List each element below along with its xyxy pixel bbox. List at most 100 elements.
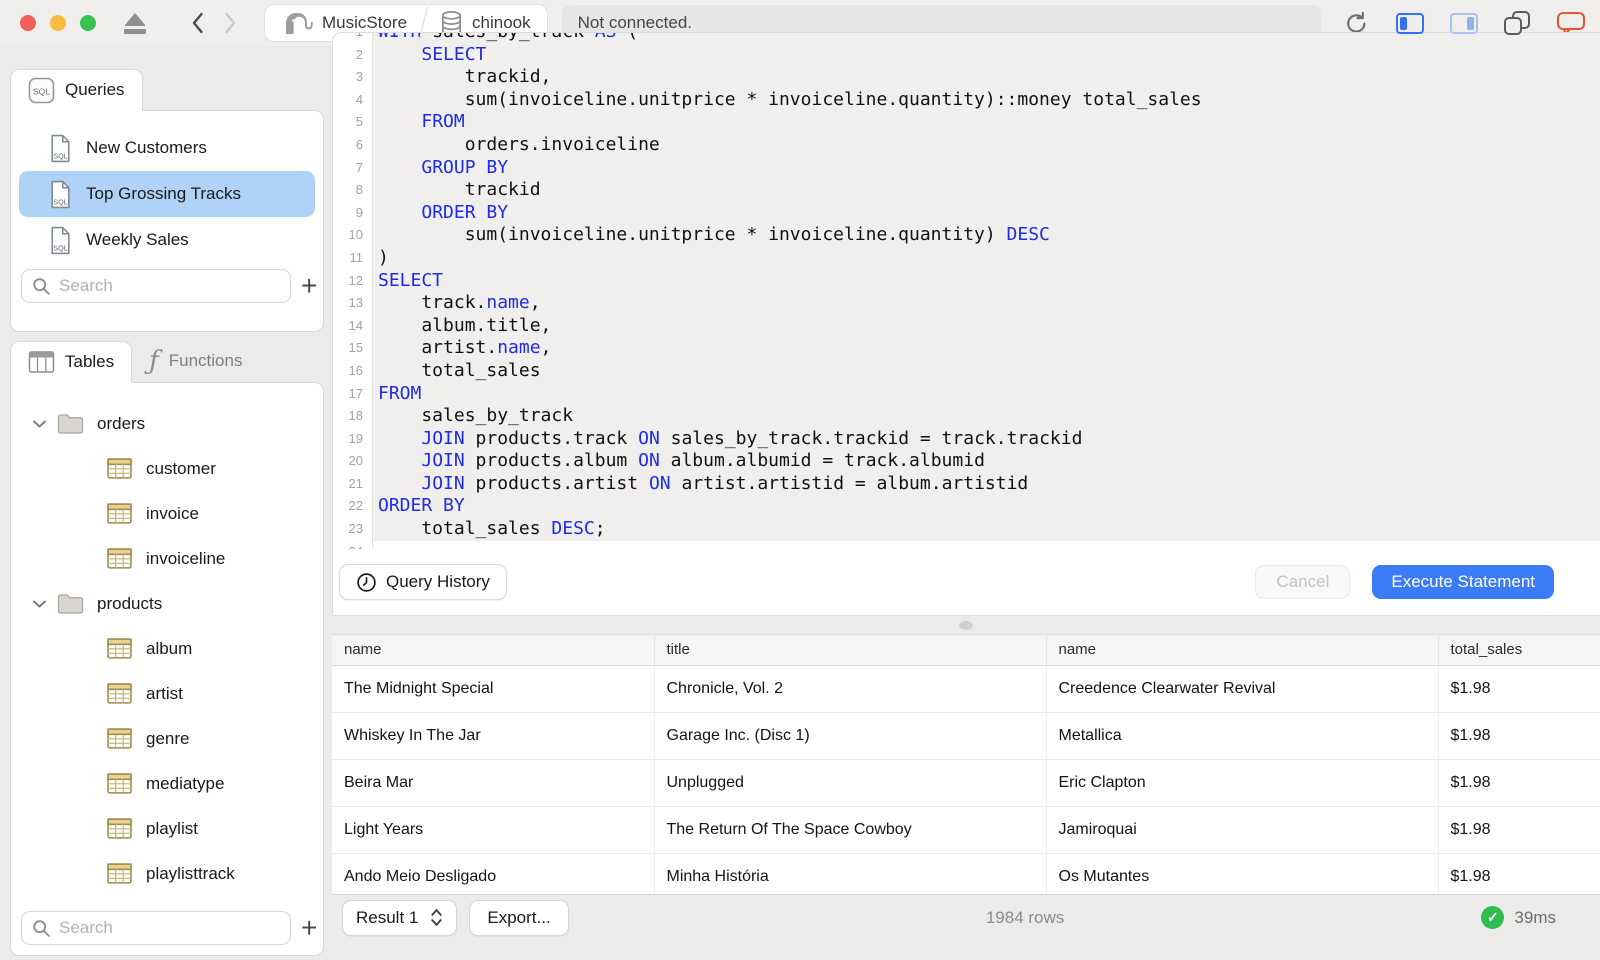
close-window-button[interactable] <box>20 15 36 31</box>
add-query-button[interactable]: + <box>299 272 319 300</box>
zoom-window-button[interactable] <box>80 15 96 31</box>
tree-item-label: invoice <box>146 503 199 523</box>
query-list-item[interactable]: SQL New Customers <box>19 125 315 171</box>
disclosure-chevron[interactable] <box>29 419 49 429</box>
result-cell[interactable]: $1.98 <box>1438 759 1600 807</box>
code-line[interactable]: 8 trackid <box>333 179 1600 202</box>
back-button[interactable] <box>180 12 214 34</box>
result-cell[interactable]: $1.98 <box>1438 665 1600 713</box>
tree-item-label: orders <box>97 413 146 433</box>
tab-tables-label: Tables <box>65 352 115 371</box>
cancel-button[interactable]: Cancel <box>1255 565 1351 599</box>
column-header[interactable]: name <box>332 635 655 666</box>
execute-statement-button[interactable]: Execute Statement <box>1372 565 1554 599</box>
code-line[interactable]: 16 total_sales <box>333 359 1600 383</box>
code-line[interactable]: 3 trackid, <box>333 66 1600 89</box>
code-line[interactable]: 23 total_sales DESC; <box>333 518 1600 541</box>
code-line[interactable]: 17 FROM <box>333 382 1600 406</box>
export-button[interactable]: Export... <box>469 899 569 936</box>
code-line[interactable]: 15 artist.name, <box>333 337 1600 360</box>
schema-folder-item[interactable]: products <box>17 581 317 626</box>
result-cell[interactable]: $1.98 <box>1438 712 1600 760</box>
result-cell[interactable]: Ando Meio Desligado <box>332 853 655 894</box>
tables-search[interactable] <box>21 911 291 945</box>
schema-table-item[interactable]: album <box>17 626 317 671</box>
schema-table-item[interactable]: customer <box>17 446 317 491</box>
queries-search-input[interactable] <box>59 276 280 296</box>
column-header[interactable]: name <box>1046 635 1439 666</box>
tables-search-input[interactable] <box>59 918 280 938</box>
forward-button[interactable] <box>214 12 248 34</box>
result-cell[interactable]: Garage Inc. (Disc 1) <box>654 712 1047 760</box>
result-cell[interactable]: Metallica <box>1046 712 1439 760</box>
code-line[interactable]: 13 track.name, <box>333 292 1600 315</box>
queries-search[interactable] <box>21 269 291 303</box>
result-cell[interactable]: Creedence Clearwater Revival <box>1046 665 1439 713</box>
code-line[interactable]: 18 sales_by_track <box>333 405 1600 428</box>
column-header[interactable]: total_sales <box>1438 635 1600 666</box>
schema-table-item[interactable]: playlisttrack <box>17 851 317 896</box>
result-cell[interactable]: The Return Of The Space Cowboy <box>654 806 1047 854</box>
code-line[interactable]: 5 FROM <box>333 111 1600 134</box>
code-line[interactable]: 12 SELECT <box>333 269 1600 293</box>
code-line[interactable]: 9 ORDER BY <box>333 201 1600 225</box>
eject-icon[interactable] <box>124 12 146 34</box>
schema-table-item[interactable]: invoice <box>17 491 317 536</box>
result-cell[interactable]: Chronicle, Vol. 2 <box>654 665 1047 713</box>
result-cell[interactable]: Whiskey In The Jar <box>332 712 655 760</box>
tree-item-label: mediatype <box>146 773 225 793</box>
code-line[interactable]: 22 ORDER BY <box>333 495 1600 519</box>
code-line[interactable]: 14 album.title, <box>333 314 1600 338</box>
result-cell[interactable]: Light Years <box>332 806 655 854</box>
code-line[interactable]: 7 GROUP BY <box>333 156 1600 180</box>
result-cell[interactable]: Os Mutantes <box>1046 853 1439 894</box>
result-cell[interactable]: The Midnight Special <box>332 665 655 713</box>
result-row[interactable]: Beira Mar Unplugged Eric Clapton $1.98 <box>332 759 1600 807</box>
code-line[interactable]: 19 JOIN products.track ON sales_by_track… <box>333 427 1600 451</box>
schema-table-item[interactable]: playlist <box>17 806 317 851</box>
minimize-window-button[interactable] <box>50 15 66 31</box>
sql-editor[interactable]: 1WITH sales_by_track AS (2 SELECT3 track… <box>333 33 1600 549</box>
tab-queries[interactable]: SQL Queries <box>10 69 143 111</box>
result-row[interactable]: Ando Meio Desligado Minha História Os Muta… <box>332 853 1600 894</box>
result-cell[interactable]: Minha História <box>654 853 1047 894</box>
tab-functions[interactable]: ƒ Functions <box>132 340 259 382</box>
query-history-button[interactable]: Query History <box>339 564 507 600</box>
result-row[interactable]: The Midnight Special Chronicle, Vol. 2 Cre… <box>332 665 1600 713</box>
schema-table-item[interactable]: invoiceline <box>17 536 317 581</box>
code-line[interactable]: 24 <box>333 540 1600 549</box>
code-segment: album.albumid = track.albumid <box>659 450 985 472</box>
add-table-button[interactable]: + <box>299 914 319 942</box>
code-line[interactable]: 6 orders.invoiceline <box>333 133 1600 157</box>
disclosure-chevron[interactable] <box>29 599 49 609</box>
result-cell[interactable]: Unplugged <box>654 759 1047 807</box>
schema-table-item[interactable]: artist <box>17 671 317 716</box>
tab-tables[interactable]: Tables <box>10 341 133 383</box>
code-line[interactable]: 2 SELECT <box>333 43 1600 67</box>
result-cell[interactable]: Beira Mar <box>332 759 655 807</box>
query-list-item[interactable]: SQL Weekly Sales <box>19 217 315 263</box>
schema-table-item[interactable]: genre <box>17 716 317 761</box>
code-line[interactable]: 4 sum(invoiceline.unitprice * invoicelin… <box>333 88 1600 112</box>
code-line[interactable]: 21 JOIN products.artist ON artist.artist… <box>333 472 1600 496</box>
schema-table-item[interactable]: mediatype <box>17 761 317 806</box>
svg-text:SQL: SQL <box>53 151 68 160</box>
result-cell[interactable]: Jamiroquai <box>1046 806 1439 854</box>
editor-results-splitter[interactable] <box>332 616 1600 634</box>
schema-folder-item[interactable]: orders <box>17 401 317 446</box>
result-row[interactable]: Light Years The Return Of The Space Cowbo… <box>332 806 1600 854</box>
toggle-left-sidebar-button[interactable] <box>1396 12 1424 34</box>
result-row[interactable]: Whiskey In The Jar Garage Inc. (Disc 1) Me… <box>332 712 1600 760</box>
query-list-item[interactable]: SQL Top Grossing Tracks <box>19 171 315 217</box>
code-line[interactable]: 1 WITH sales_by_track AS ( <box>333 33 1600 44</box>
result-cell[interactable]: Eric Clapton <box>1046 759 1439 807</box>
result-cell[interactable]: $1.98 <box>1438 853 1600 894</box>
show-windows-button[interactable] <box>1504 11 1530 35</box>
column-header[interactable]: title <box>654 635 1047 666</box>
code-line[interactable]: 11) <box>333 246 1600 270</box>
toggle-right-sidebar-button[interactable] <box>1450 12 1478 34</box>
code-line[interactable]: 20 JOIN products.album ON album.albumid … <box>333 450 1600 473</box>
code-line[interactable]: 10 sum(invoiceline.unitprice * invoiceli… <box>333 224 1600 247</box>
result-cell[interactable]: $1.98 <box>1438 806 1600 854</box>
result-selector[interactable]: Result 1 <box>342 899 458 936</box>
